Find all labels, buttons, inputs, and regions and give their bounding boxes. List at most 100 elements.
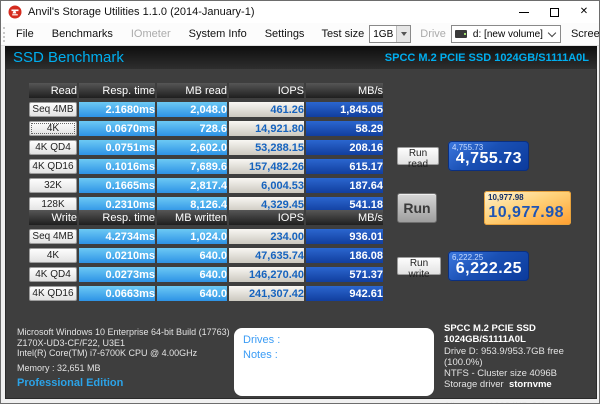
mb-written-cell: 640.0	[157, 248, 227, 263]
device-name: SPCC M.2 PCIE SSD 1024GB/S1111A0L	[385, 52, 589, 64]
read-row-button-seq4mb[interactable]: Seq 4MB	[29, 102, 77, 117]
minimize-button[interactable]	[509, 1, 539, 23]
total-score-small: 10,977.98	[488, 193, 524, 202]
page-title: SSD Benchmark	[13, 49, 124, 66]
table-row: 4K 0.0210ms 640.0 47,635.74 186.08	[29, 248, 383, 263]
table-row: 32K 0.1665ms 2,817.4 6,004.53 187.64	[29, 178, 383, 193]
col-header: Write	[29, 210, 77, 225]
menu-file[interactable]: File	[8, 25, 42, 43]
col-header: MB read	[157, 83, 227, 98]
mbs-cell: 208.16	[306, 140, 383, 155]
drive-label: Drive	[413, 28, 451, 40]
menu-settings[interactable]: Settings	[257, 25, 313, 43]
write-row-button-seq4mb[interactable]: Seq 4MB	[29, 229, 77, 244]
chevron-down-icon	[548, 28, 556, 36]
iops-cell: 234.00	[229, 229, 304, 244]
drive-select[interactable]: d: [new volume]	[451, 25, 561, 43]
test-size-select[interactable]: 1GB	[369, 25, 411, 43]
read-score-value: 4,755.73	[456, 150, 522, 168]
col-header: MB/s	[306, 210, 383, 225]
mb-read-cell: 2,602.0	[157, 140, 227, 155]
mb-written-cell: 640.0	[157, 267, 227, 282]
memory-line: Memory : 32,651 MB	[17, 363, 230, 374]
mbs-cell: 186.08	[306, 248, 383, 263]
close-button[interactable]: ✕	[569, 1, 599, 23]
app-icon	[8, 5, 22, 19]
run-read-button[interactable]: Run read	[397, 147, 439, 165]
close-icon: ✕	[580, 7, 588, 17]
write-score-value: 6,222.25	[456, 260, 522, 278]
mbs-cell: 187.64	[306, 178, 383, 193]
disk-driver-line: Storage driver stornvme	[444, 379, 599, 390]
iops-cell: 461.26	[229, 102, 304, 117]
resp-time-cell: 0.0751ms	[79, 140, 155, 155]
mb-read-cell: 728.6	[157, 121, 227, 136]
col-header: MB/s	[306, 83, 383, 98]
col-header: IOPS	[229, 83, 304, 98]
window-title: Anvil's Storage Utilities 1.1.0 (2014-Ja…	[28, 6, 254, 18]
read-row-button-4k[interactable]: 4K	[29, 121, 77, 136]
edition-label: Professional Edition	[17, 377, 123, 389]
os-line: Microsoft Windows 10 Enterprise 64-bit B…	[17, 327, 230, 338]
mbs-cell: 615.17	[306, 159, 383, 174]
resp-time-cell: 0.0670ms	[79, 121, 155, 136]
mb-read-cell: 2,817.4	[157, 178, 227, 193]
read-row-button-4kqd16[interactable]: 4K QD16	[29, 159, 77, 174]
mbs-cell: 942.61	[306, 286, 383, 301]
run-write-button[interactable]: Run write	[397, 257, 441, 275]
title-bar: Anvil's Storage Utilities 1.1.0 (2014-Ja…	[1, 1, 599, 23]
test-size-dropdown-button[interactable]	[396, 26, 410, 42]
resp-time-cell: 0.0663ms	[79, 286, 155, 301]
resp-time-cell: 4.2734ms	[79, 229, 155, 244]
table-row: 4K QD16 0.0663ms 640.0 241,307.42 942.61	[29, 286, 383, 301]
table-row: Seq 4MB 2.1680ms 2,048.0 461.26 1,845.05	[29, 102, 383, 117]
driver-value: stornvme	[509, 379, 552, 390]
disk-free-line: Drive D: 953.9/953.7GB free (100.0%)	[444, 346, 599, 369]
notes-label: Notes :	[243, 348, 425, 363]
iops-cell: 47,635.74	[229, 248, 304, 263]
disk-fs-line: NTFS - Cluster size 4096B	[444, 368, 599, 379]
drive-icon	[455, 30, 467, 38]
total-score-badge: 10,977.98 10,977.98	[484, 191, 571, 225]
header-band: SSD Benchmark SPCC M.2 PCIE SSD 1024GB/S…	[5, 46, 597, 69]
iops-cell: 241,307.42	[229, 286, 304, 301]
toolbar: File Benchmarks IOmeter System Info Sett…	[1, 23, 599, 46]
maximize-icon	[550, 8, 559, 17]
menu-screenshot[interactable]: Screenshot	[563, 25, 600, 43]
write-table: Write Resp. time MB written IOPS MB/s Se…	[27, 206, 385, 305]
run-button[interactable]: Run	[397, 193, 437, 223]
disk-device-line: SPCC M.2 PCIE SSD 1024GB/S1111A0L	[444, 323, 599, 346]
drives-notes-box[interactable]: Drives : Notes :	[234, 328, 434, 396]
read-score-badge: 4,755.73 4,755.73	[448, 141, 529, 171]
write-header-row: Write Resp. time MB written IOPS MB/s	[29, 210, 383, 225]
menu-iometer: IOmeter	[123, 25, 179, 43]
read-header-row: Read Resp. time MB read IOPS MB/s	[29, 83, 383, 98]
total-score-value: 10,977.98	[488, 204, 564, 222]
driver-label: Storage driver	[444, 379, 504, 390]
menu-system-info[interactable]: System Info	[181, 25, 255, 43]
spacer	[444, 391, 599, 401]
iops-cell: 53,288.15	[229, 140, 304, 155]
cpu-line: Intel(R) Core(TM) i7-6700K CPU @ 4.00GHz	[17, 348, 230, 359]
read-row-button-32k[interactable]: 32K	[29, 178, 77, 193]
col-header: IOPS	[229, 210, 304, 225]
write-row-button-4kqd16[interactable]: 4K QD16	[29, 286, 77, 301]
mbs-cell: 1,845.05	[306, 102, 383, 117]
menu-benchmarks[interactable]: Benchmarks	[44, 25, 121, 43]
read-row-button-4kqd4[interactable]: 4K QD4	[29, 140, 77, 155]
minimize-icon	[519, 12, 529, 13]
app-window: Anvil's Storage Utilities 1.1.0 (2014-Ja…	[0, 0, 600, 404]
write-row-button-4kqd4[interactable]: 4K QD4	[29, 267, 77, 282]
dropdown-arrow-icon	[401, 32, 407, 36]
system-info: Microsoft Windows 10 Enterprise 64-bit B…	[17, 327, 230, 373]
resp-time-cell: 0.1665ms	[79, 178, 155, 193]
col-header: Read	[29, 83, 77, 98]
motherboard-line: Z170X-UD3-CF/F22, U3E1	[17, 338, 230, 349]
mb-read-cell: 2,048.0	[157, 102, 227, 117]
iops-cell: 14,921.80	[229, 121, 304, 136]
test-size-value: 1GB	[370, 29, 396, 40]
write-row-button-4k[interactable]: 4K	[29, 248, 77, 263]
test-size-label: Test size	[314, 28, 369, 40]
maximize-button[interactable]	[539, 1, 569, 23]
col-header: MB written	[157, 210, 227, 225]
